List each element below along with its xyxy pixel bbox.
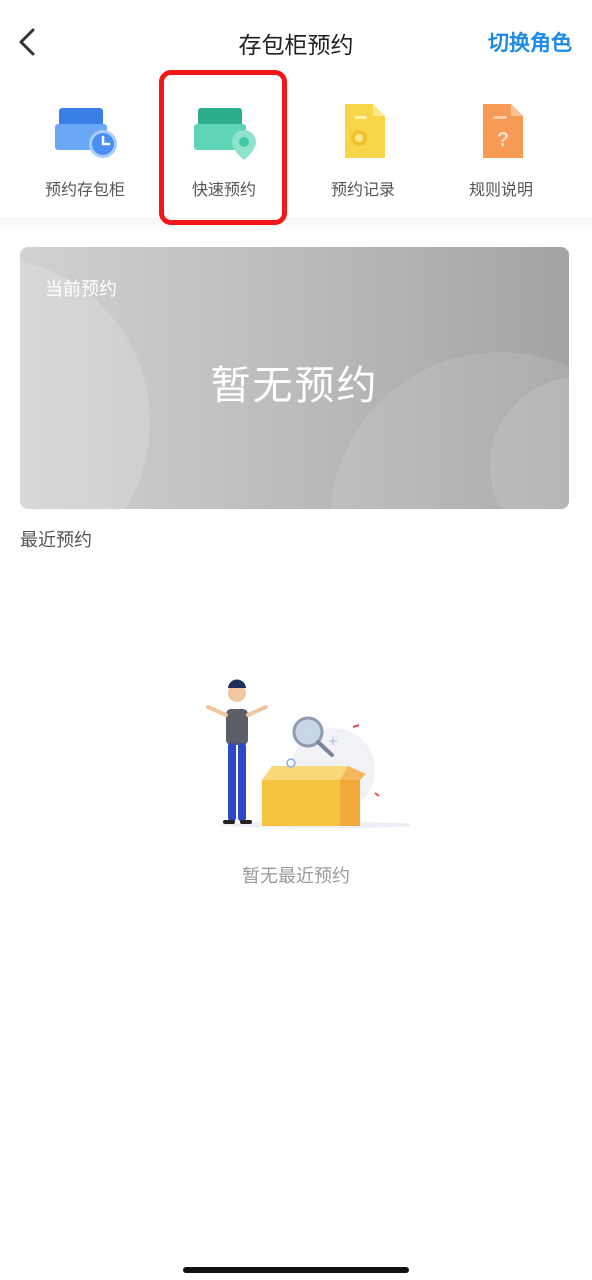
menu-label: 规则说明	[468, 180, 533, 199]
switch-role-button[interactable]: 切换角色	[488, 27, 572, 57]
help-document-icon: ?	[483, 104, 523, 158]
record-document-icon	[345, 104, 385, 158]
nav-bar: 存包柜预约 切换角色	[0, 0, 592, 80]
current-reservation-card: 当前预约 暂无预约	[20, 247, 569, 509]
menu-label: 预约存包柜	[44, 180, 125, 199]
recent-section-title: 最近预约	[20, 530, 92, 551]
home-indicator[interactable]	[183, 1267, 409, 1273]
highlight-annotation	[159, 70, 287, 225]
empty-box-person-illustration: +	[206, 679, 410, 828]
menu-divider	[0, 218, 592, 230]
menu-item-records[interactable]: 预约记录	[303, 86, 423, 216]
recent-empty-text: 暂无最近预约	[242, 866, 350, 887]
svg-text:?: ?	[497, 129, 509, 151]
menu-label: 预约记录	[330, 180, 395, 199]
card-title: 当前预约	[45, 279, 117, 300]
locker-clock-icon	[55, 108, 117, 158]
svg-text:+: +	[328, 734, 338, 748]
quick-menu: 预约存包柜 快速预约 预约记录 ? 规则说明	[0, 86, 592, 218]
card-empty-text: 暂无预约	[210, 363, 379, 409]
menu-item-reserve-locker[interactable]: 预约存包柜	[25, 86, 145, 216]
menu-item-rules[interactable]: ? 规则说明	[441, 86, 561, 216]
